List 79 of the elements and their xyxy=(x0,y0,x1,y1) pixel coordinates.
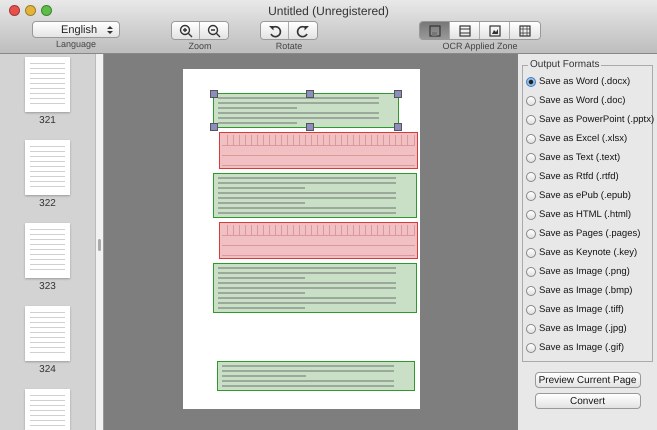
zoom-out-button[interactable] xyxy=(200,22,228,39)
format-radio-option[interactable]: Save as Image (.png) xyxy=(526,262,652,281)
radio-button[interactable] xyxy=(526,190,536,200)
ocr-zone-label: OCR Applied Zone xyxy=(442,41,518,52)
zone-mode-button[interactable] xyxy=(450,22,480,39)
updown-arrows-icon xyxy=(107,24,113,34)
radio-button[interactable] xyxy=(526,266,536,276)
close-button[interactable] xyxy=(9,5,20,16)
page-number: 321 xyxy=(39,115,56,127)
format-radio-option[interactable]: Save as Word (.docx) xyxy=(526,72,652,91)
zone-mode-icon xyxy=(488,24,502,38)
format-radio-option[interactable]: Save as Image (.gif) xyxy=(526,338,652,357)
resize-handle[interactable] xyxy=(210,90,218,98)
format-radio-option[interactable]: Save as Image (.tiff) xyxy=(526,300,652,319)
radio-button[interactable] xyxy=(526,210,536,220)
rotate-right-button[interactable] xyxy=(289,22,317,39)
radio-button[interactable] xyxy=(526,96,536,106)
page-thumbnail[interactable] xyxy=(25,57,70,112)
radio-button[interactable] xyxy=(526,304,536,314)
page-thumbnail[interactable] xyxy=(25,223,70,278)
zoom-in-icon xyxy=(178,24,192,38)
rotate-label: Rotate xyxy=(276,41,302,52)
zone-mode-icon xyxy=(458,24,472,38)
panel-title: Output Formats xyxy=(528,59,602,70)
format-radio-option[interactable]: Save as Pages (.pages) xyxy=(526,224,652,243)
format-radio-option[interactable]: Save as Image (.jpg) xyxy=(526,319,652,338)
language-label: Language xyxy=(56,39,96,50)
rotate-left-button[interactable] xyxy=(261,22,289,39)
window-title: Untitled (Unregistered) xyxy=(268,4,389,18)
format-radio-option[interactable]: Save as PowerPoint (.pptx) xyxy=(526,110,652,129)
zoom-out-icon xyxy=(207,24,221,38)
resize-handle[interactable] xyxy=(306,123,314,131)
radio-button[interactable] xyxy=(526,172,536,182)
zone-mode-button[interactable] xyxy=(480,22,510,39)
format-radio-option[interactable]: Save as Keynote (.key) xyxy=(526,243,652,262)
ocr-zone[interactable] xyxy=(216,361,414,391)
zone-mode-icon xyxy=(518,24,532,38)
zoom-label: Zoom xyxy=(188,41,212,52)
page-thumbnail[interactable] xyxy=(25,140,70,195)
zone-mode-icon xyxy=(428,24,442,38)
radio-button[interactable] xyxy=(526,134,536,144)
ocr-zone[interactable] xyxy=(212,263,416,313)
format-radio-option[interactable]: Save as Excel (.xlsx) xyxy=(526,129,652,148)
minimize-button[interactable] xyxy=(25,5,36,16)
page-number: 324 xyxy=(39,364,56,376)
page-thumbnail[interactable] xyxy=(25,389,70,430)
ocr-zone[interactable] xyxy=(212,173,416,218)
language-dropdown[interactable]: English xyxy=(32,21,120,38)
rotate-left-icon xyxy=(268,24,282,38)
action-button[interactable]: Convert xyxy=(534,393,640,409)
radio-button[interactable] xyxy=(526,228,536,238)
radio-button[interactable] xyxy=(526,76,536,86)
resize-handle[interactable] xyxy=(306,90,314,98)
action-button[interactable]: Preview Current Page xyxy=(534,372,640,388)
resize-handle[interactable] xyxy=(394,90,402,98)
resize-handle[interactable] xyxy=(210,123,218,131)
format-radio-option[interactable]: Save as HTML (.html) xyxy=(526,205,652,224)
zone-mode-button[interactable] xyxy=(420,22,450,39)
ocr-zone[interactable] xyxy=(218,222,418,259)
format-radio-option[interactable]: Save as Text (.text) xyxy=(526,148,652,167)
radio-button[interactable] xyxy=(526,114,536,124)
rotate-right-icon xyxy=(296,24,310,38)
zoom-in-button[interactable] xyxy=(172,22,200,39)
scrollbar-thumb[interactable] xyxy=(98,239,101,251)
page-number: 322 xyxy=(39,198,56,210)
page-thumbnail[interactable] xyxy=(25,306,70,361)
radio-button[interactable] xyxy=(526,286,536,296)
format-radio-option[interactable]: Save as Image (.bmp) xyxy=(526,281,652,300)
radio-button[interactable] xyxy=(526,342,536,352)
format-radio-option[interactable]: Save as Word (.doc) xyxy=(526,91,652,110)
zoom-button[interactable] xyxy=(41,5,52,16)
page-number: 323 xyxy=(39,281,56,293)
format-radio-option[interactable]: Save as Rtfd (.rtfd) xyxy=(526,167,652,186)
radio-button[interactable] xyxy=(526,152,536,162)
radio-button[interactable] xyxy=(526,248,536,258)
zone-mode-button[interactable] xyxy=(510,22,540,39)
resize-handle[interactable] xyxy=(394,123,402,131)
format-radio-option[interactable]: Save as ePub (.epub) xyxy=(526,186,652,205)
radio-button[interactable] xyxy=(526,324,536,334)
